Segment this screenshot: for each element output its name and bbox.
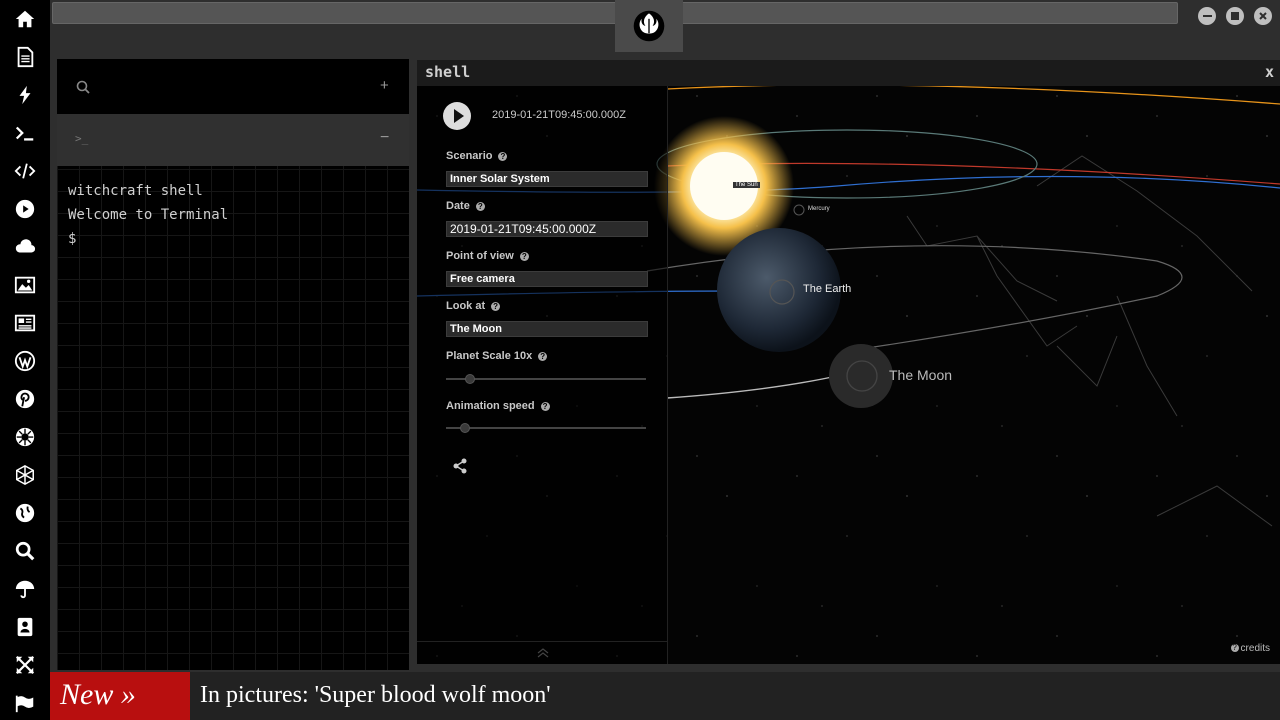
collapse-controls-button[interactable] — [417, 641, 668, 664]
image-icon[interactable] — [11, 271, 39, 299]
help-icon[interactable]: ? — [491, 301, 501, 311]
shell-window: shell x The Sun Mercury The Earth The Mo… — [417, 60, 1280, 664]
flag-icon[interactable] — [11, 689, 39, 717]
contact-icon[interactable] — [11, 613, 39, 641]
moon-label[interactable]: The Moon — [889, 367, 952, 383]
globe-icon[interactable] — [11, 499, 39, 527]
code-icon[interactable] — [11, 157, 39, 185]
help-icon: ? — [1230, 643, 1239, 653]
add-terminal-button[interactable]: + — [380, 77, 389, 94]
date-input[interactable]: 2019-01-21T09:45:00.000Z — [446, 221, 648, 237]
terminal-icon[interactable] — [11, 119, 39, 147]
lookat-select[interactable]: The Moon — [446, 321, 648, 337]
newspaper-icon[interactable] — [11, 309, 39, 337]
expand-icon[interactable] — [11, 651, 39, 679]
scenario-select[interactable]: Inner Solar System — [446, 171, 648, 187]
scale-label: Planet Scale 10x? — [446, 350, 548, 362]
shell-title: shell — [425, 63, 471, 81]
help-icon[interactable]: ? — [519, 251, 529, 261]
home-icon[interactable] — [11, 5, 39, 33]
prompt-icon: >_ — [75, 132, 89, 145]
share-icon[interactable] — [452, 458, 468, 474]
bolt-icon[interactable] — [11, 81, 39, 109]
news-headline[interactable]: In pictures: 'Super blood wolf moon' — [200, 672, 551, 720]
play-button[interactable] — [443, 102, 471, 130]
shell-close-button[interactable]: x — [1265, 63, 1274, 81]
current-time: 2019-01-21T09:45:00.000Z — [492, 109, 626, 121]
credits-link[interactable]: ? credits — [1230, 643, 1270, 654]
play-icon[interactable] — [11, 195, 39, 223]
pov-label: Point of view? — [446, 250, 529, 262]
terminal-output[interactable]: witchcraft shell Welcome to Terminal $ — [68, 179, 228, 251]
collapse-terminal-button[interactable]: − — [380, 129, 389, 147]
search-icon[interactable] — [76, 80, 90, 94]
speed-slider[interactable] — [446, 423, 646, 433]
sun-label[interactable]: The Sun — [733, 182, 760, 188]
shell-title-bar: shell x — [417, 60, 1280, 86]
search-icon[interactable] — [11, 537, 39, 565]
news-tag: New » — [50, 672, 190, 720]
maximize-button[interactable] — [1226, 7, 1244, 25]
umbrella-icon[interactable] — [11, 575, 39, 603]
help-icon[interactable]: ? — [540, 401, 550, 411]
simulation-controls: 2019-01-21T09:45:00.000Z Scenario? Inner… — [417, 86, 668, 664]
pinterest-icon[interactable] — [11, 385, 39, 413]
cloud-icon[interactable] — [11, 233, 39, 261]
minimize-button[interactable] — [1198, 7, 1216, 25]
app-sidebar — [0, 0, 50, 720]
pov-select[interactable]: Free camera — [446, 271, 648, 287]
news-ticker: New » In pictures: 'Super blood wolf moo… — [50, 672, 1280, 720]
document-icon[interactable] — [11, 43, 39, 71]
scenario-label: Scenario? — [446, 150, 508, 162]
terminal-panel: + >_ − witchcraft shell Welcome to Termi… — [57, 59, 409, 670]
terminal-search-bar[interactable]: + — [57, 59, 409, 114]
network-icon[interactable] — [11, 461, 39, 489]
wordpress-icon[interactable] — [11, 347, 39, 375]
help-icon[interactable]: ? — [475, 201, 485, 211]
moon-icon — [829, 344, 893, 408]
speed-label: Animation speed? — [446, 400, 550, 412]
speed-slider-knob[interactable] — [460, 423, 470, 433]
help-icon[interactable]: ? — [498, 151, 508, 161]
date-label: Date? — [446, 200, 485, 212]
solar-system-view[interactable]: The Sun Mercury The Earth The Moon 2019-… — [417, 86, 1280, 664]
earth-label[interactable]: The Earth — [803, 283, 851, 295]
rebel-logo-icon[interactable] — [615, 0, 683, 52]
chevron-up-icon — [537, 648, 548, 658]
close-window-button[interactable] — [1254, 7, 1272, 25]
scale-slider-knob[interactable] — [465, 374, 475, 384]
empire-icon[interactable] — [11, 423, 39, 451]
lookat-label: Look at? — [446, 300, 501, 312]
scale-slider[interactable] — [446, 374, 646, 384]
mercury-label[interactable]: Mercury — [808, 206, 830, 212]
help-icon[interactable]: ? — [538, 351, 548, 361]
terminal-tab-active[interactable]: >_ − — [57, 114, 409, 166]
